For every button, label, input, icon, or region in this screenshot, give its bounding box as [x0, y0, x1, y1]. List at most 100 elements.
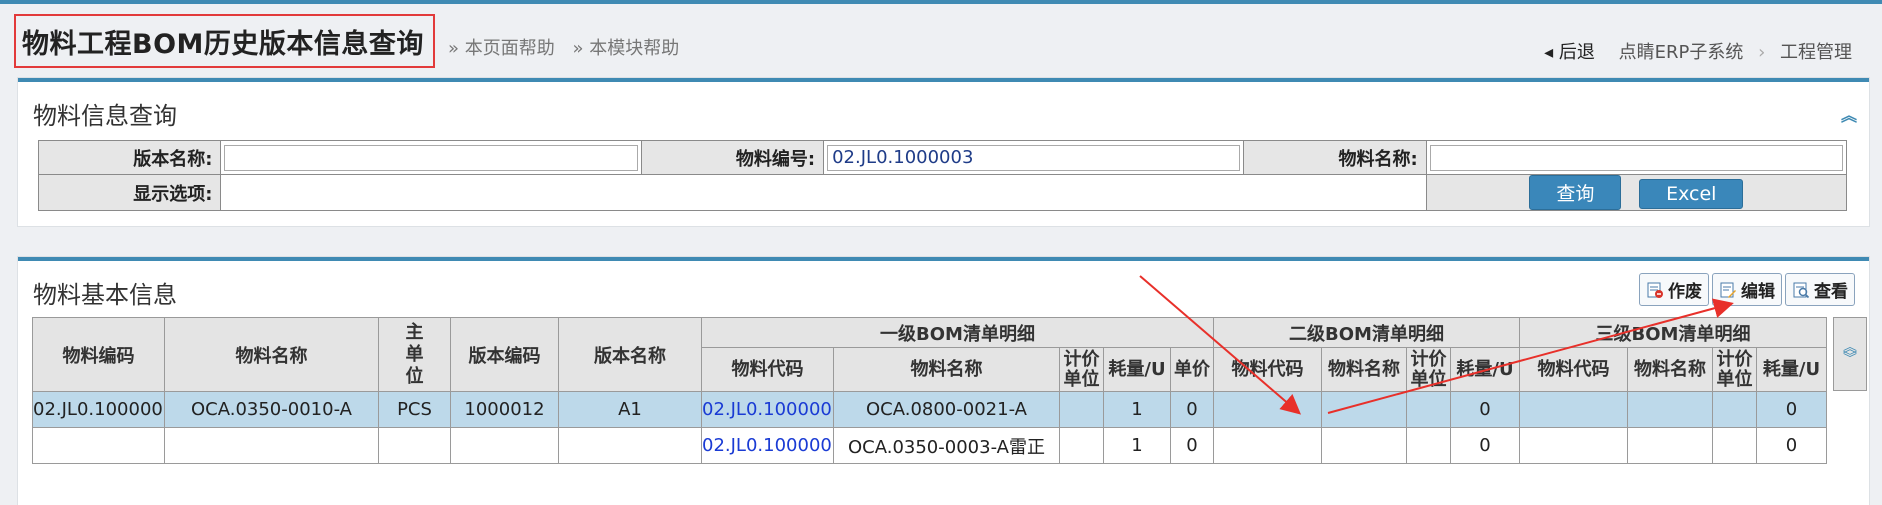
cell-l1-price: 0 — [1170, 391, 1214, 428]
cell-l2-name — [1321, 391, 1407, 428]
cell-l3-unit — [1712, 391, 1757, 428]
col-material-code[interactable]: 物料编码 — [32, 317, 165, 392]
col-version-name[interactable]: 版本名称 — [558, 317, 702, 392]
col-l3-unit[interactable]: 计价单位 — [1712, 347, 1757, 392]
col-l2-unit[interactable]: 计价单位 — [1406, 347, 1451, 392]
void-button-label: 作废 — [1668, 282, 1702, 302]
material-code-input[interactable]: 02.JL0.1000003 — [827, 144, 1241, 171]
table-row[interactable]: 02.JL0.1000002 OCA.0350-0003-A雷正 1 0 0 0 — [32, 427, 1827, 464]
cell-l1-name: OCA.0800-0021-A — [833, 391, 1060, 428]
col-main-unit[interactable]: 主单位 — [378, 317, 451, 392]
query-panel: 物料信息查询 ︽ 版本名称: 物料编号: 02.JL0.1000003 物料名称… — [18, 78, 1869, 226]
help-links: » 本页面帮助 » 本模块帮助 — [448, 34, 691, 60]
version-name-input[interactable] — [224, 144, 638, 171]
material-info-panel: 物料基本信息 作废 编辑 查看 物料编码 物料名称 主单位 版本编码 版本名称 … — [18, 257, 1869, 505]
cell-l2-code — [1213, 391, 1322, 428]
display-options-label: 显示选项: — [37, 174, 222, 211]
cell-l2-code — [1213, 427, 1322, 464]
edit-button-label: 编辑 — [1741, 282, 1775, 302]
info-panel-title: 物料基本信息 — [33, 281, 177, 309]
cell-l2-qty: 0 — [1450, 391, 1520, 428]
breadcrumb-separator: › — [1758, 42, 1766, 63]
cell-l1-qty: 1 — [1103, 427, 1171, 464]
cell-l1-price: 0 — [1170, 427, 1214, 464]
module-help-link[interactable]: » 本模块帮助 — [572, 38, 679, 59]
cell-l3-name — [1627, 427, 1713, 464]
col-l3-code[interactable]: 物料代码 — [1519, 347, 1628, 392]
page-title-highlight: 物料工程BOM历史版本信息查询 — [14, 14, 435, 68]
display-options-field[interactable] — [220, 174, 1427, 211]
material-name-label: 物料名称: — [1243, 140, 1427, 175]
col-l3-unit-label: 计价单位 — [1716, 348, 1753, 390]
material-code-label: 物料编号: — [640, 140, 825, 175]
cell-l1-code-link[interactable]: 02.JL0.1000001 — [701, 391, 834, 428]
material-name-input[interactable] — [1429, 144, 1843, 171]
col-l1-unit-label: 计价单位 — [1063, 348, 1100, 390]
cell-l2-unit — [1406, 391, 1451, 428]
col-l2-qty[interactable]: 耗量/U — [1450, 347, 1520, 392]
cell-l1-unit — [1059, 391, 1104, 428]
cell-material-name — [164, 427, 379, 464]
cell-l3-code — [1519, 391, 1628, 428]
void-button[interactable]: 作废 — [1639, 273, 1709, 306]
col-l1-unit[interactable]: 计价单位 — [1059, 347, 1104, 392]
col-l1-price[interactable]: 单价 — [1170, 347, 1214, 392]
breadcrumb: ◂ 后退 点睛ERP子系统 › 工程管理 — [1544, 38, 1852, 64]
page-help-link[interactable]: » 本页面帮助 — [448, 38, 555, 59]
excel-button[interactable]: Excel — [1639, 179, 1744, 209]
breadcrumb-module[interactable]: 工程管理 — [1780, 42, 1852, 63]
cell-l3-qty: 0 — [1756, 427, 1827, 464]
cell-main-unit: PCS — [378, 391, 451, 428]
query-actions: 查询 Excel — [1425, 174, 1848, 211]
double-chevron-up-icon[interactable]: ︽ — [1841, 102, 1857, 126]
cell-l1-unit — [1059, 427, 1104, 464]
back-link[interactable]: ◂ 后退 — [1544, 42, 1595, 63]
breadcrumb-system[interactable]: 点睛ERP子系统 — [1619, 42, 1744, 63]
group-bom-level2: 二级BOM清单明细 — [1213, 317, 1520, 348]
column-scroll-toggle[interactable]: ︽ ︾ — [1833, 317, 1867, 391]
cell-material-code — [32, 427, 165, 464]
cell-l3-code — [1519, 427, 1628, 464]
cell-l2-unit — [1406, 427, 1451, 464]
top-accent-bar — [0, 0, 1882, 4]
cell-l1-name: OCA.0350-0003-A雷正 — [833, 427, 1060, 464]
version-name-label: 版本名称: — [37, 140, 222, 175]
query-panel-title: 物料信息查询 — [33, 102, 177, 130]
edit-doc-icon — [1720, 282, 1736, 298]
cell-l3-unit — [1712, 427, 1757, 464]
cell-l3-name — [1627, 391, 1713, 428]
col-l1-name[interactable]: 物料名称 — [833, 347, 1060, 392]
cell-version-code — [450, 427, 559, 464]
col-l3-qty[interactable]: 耗量/U — [1756, 347, 1827, 392]
cell-l1-code-link[interactable]: 02.JL0.1000002 — [701, 427, 834, 464]
void-doc-icon — [1647, 282, 1663, 298]
col-main-unit-label: 主单位 — [405, 321, 424, 387]
group-bom-level1: 一级BOM清单明细 — [701, 317, 1214, 348]
table-row[interactable]: 02.JL0.1000003 OCA.0350-0010-A PCS 10000… — [32, 391, 1827, 428]
col-l2-code[interactable]: 物料代码 — [1213, 347, 1322, 392]
cell-l3-qty: 0 — [1756, 391, 1827, 428]
col-l1-code[interactable]: 物料代码 — [701, 347, 834, 392]
col-material-name[interactable]: 物料名称 — [164, 317, 379, 392]
group-bom-level3: 三级BOM清单明细 — [1519, 317, 1827, 348]
view-doc-icon — [1793, 282, 1810, 298]
bom-table: 物料编码 物料名称 主单位 版本编码 版本名称 一级BOM清单明细 二级BOM清… — [32, 317, 1827, 464]
query-form: 版本名称: 物料编号: 02.JL0.1000003 物料名称: 显示选项: 查… — [37, 140, 1848, 211]
col-l1-qty[interactable]: 耗量/U — [1103, 347, 1171, 392]
cell-material-code: 02.JL0.1000003 — [32, 391, 165, 428]
cell-material-name: OCA.0350-0010-A — [164, 391, 379, 428]
cell-version-code: 1000012 — [450, 391, 559, 428]
col-version-code[interactable]: 版本编码 — [450, 317, 559, 392]
edit-button[interactable]: 编辑 — [1712, 273, 1782, 306]
query-button[interactable]: 查询 — [1529, 175, 1622, 210]
cell-version-name — [558, 427, 702, 464]
col-l3-name[interactable]: 物料名称 — [1627, 347, 1713, 392]
cell-l2-qty: 0 — [1450, 427, 1520, 464]
info-toolbar: 作废 编辑 查看 — [1639, 273, 1855, 306]
cell-l2-name — [1321, 427, 1407, 464]
view-button[interactable]: 查看 — [1785, 273, 1855, 306]
cell-version-name: A1 — [558, 391, 702, 428]
cell-main-unit — [378, 427, 451, 464]
col-l2-unit-label: 计价单位 — [1410, 348, 1447, 390]
col-l2-name[interactable]: 物料名称 — [1321, 347, 1407, 392]
